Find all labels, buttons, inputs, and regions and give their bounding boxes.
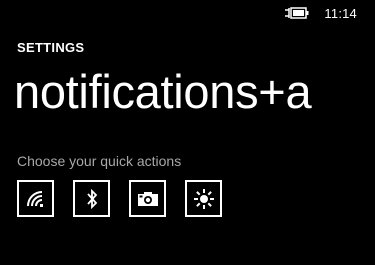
brightness-icon	[193, 188, 214, 209]
status-bar: 11:14	[284, 0, 375, 26]
battery-charging-icon	[284, 6, 310, 20]
quick-action-camera[interactable]	[129, 180, 166, 217]
quick-actions-row	[17, 180, 222, 217]
quick-actions-label: Choose your quick actions	[17, 153, 182, 169]
quick-action-brightness[interactable]	[185, 180, 222, 217]
bluetooth-icon	[85, 188, 99, 209]
quick-action-bluetooth[interactable]	[73, 180, 110, 217]
status-time: 11:14	[324, 5, 357, 21]
page-title: notifications+a	[14, 65, 312, 118]
camera-icon	[137, 191, 159, 207]
quick-action-wifi[interactable]	[17, 180, 54, 217]
settings-header: SETTINGS	[17, 40, 85, 55]
wifi-icon	[26, 190, 46, 208]
